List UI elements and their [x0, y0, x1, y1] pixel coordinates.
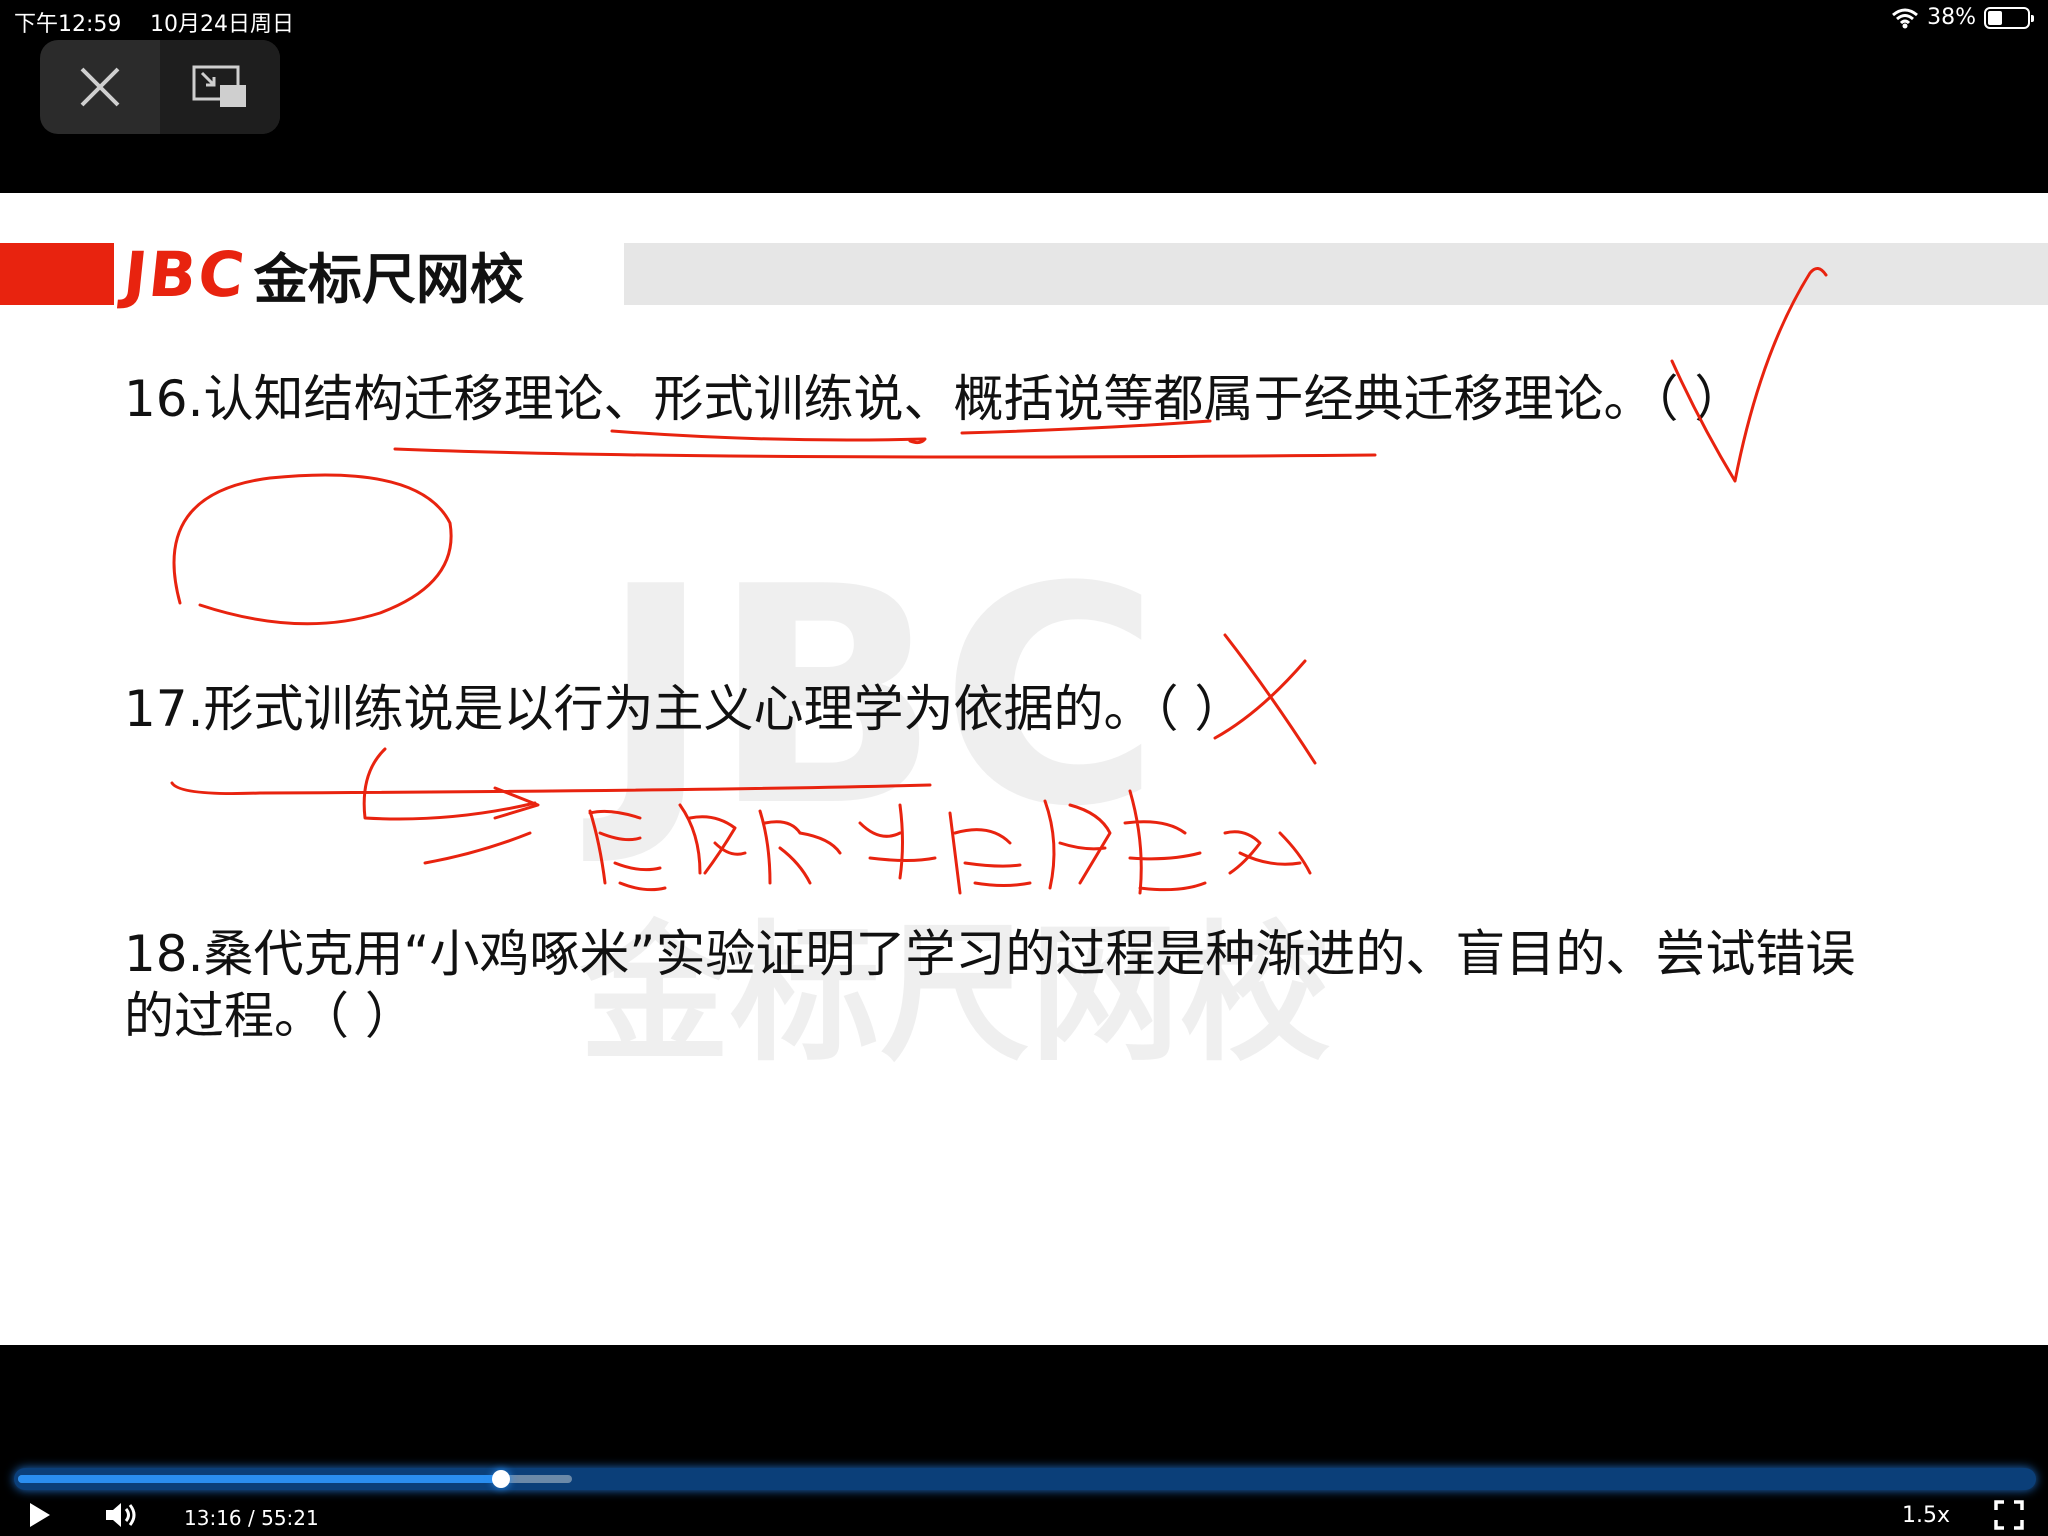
battery-percent: 38% — [1927, 5, 1976, 30]
timecode: 13:16 / 55:21 — [184, 1506, 319, 1530]
question-18: 18.桑代克用“小鸡啄米”实验证明了学习的过程是种渐进的、盲目的、尝试错误的过程… — [124, 925, 1856, 1045]
play-icon — [30, 1503, 50, 1527]
video-player-controls: 13:16 / 55:21 1.5x — [0, 1345, 2048, 1536]
playback-speed-button[interactable]: 1.5x — [1902, 1503, 1950, 1528]
play-button[interactable] — [26, 1500, 54, 1534]
fullscreen-button[interactable] — [1994, 1500, 2024, 1534]
circle-mark — [172, 473, 453, 626]
question-16: 16.认知结构迁移理论、形式训练说、概括说等都属于经典迁移理论。（ ） — [124, 370, 1745, 428]
fullscreen-icon — [1994, 1500, 2024, 1530]
watermark: JBC 金标尺网校 — [580, 523, 1480, 1223]
underline-mark — [393, 447, 1377, 459]
battery-fill — [1988, 10, 2002, 25]
battery-icon — [1984, 6, 2034, 29]
seek-handle[interactable] — [492, 1470, 510, 1488]
header-gray-band — [624, 243, 2048, 305]
volume-button[interactable] — [104, 1500, 140, 1534]
status-bar: 下午12:59 10月24日周日 38% — [0, 0, 2048, 40]
logo-name: 金标尺网校 — [253, 247, 524, 311]
underline-mark — [610, 429, 927, 445]
status-date: 10月24日周日 — [150, 12, 294, 37]
brand-logo: JBC 金标尺网校 — [120, 238, 524, 311]
close-icon — [80, 67, 120, 107]
header-red-block — [0, 243, 114, 305]
arrow-mark — [423, 831, 532, 865]
lecture-slide: JBC 金标尺网校 JBC 金标尺网校 16.认知结构迁移理论、形式训练说、概括… — [0, 193, 2048, 1345]
picture-in-picture-icon — [192, 65, 246, 107]
arrow-mark — [362, 747, 540, 821]
logo-brand: JBC — [120, 237, 250, 311]
played-bar — [18, 1475, 501, 1483]
status-time: 下午12:59 — [14, 12, 122, 37]
close-button[interactable] — [40, 40, 160, 134]
picture-in-picture-button[interactable] — [160, 40, 280, 134]
progress-track[interactable] — [14, 1468, 2036, 1490]
volume-icon — [106, 1503, 136, 1527]
player-top-controls — [40, 40, 280, 134]
wifi-icon — [1892, 8, 1919, 28]
status-right: 38% — [1891, 5, 2034, 30]
question-17: 17.形式训练说是以行为主义心理学为依据的。（ ） — [124, 680, 1245, 738]
